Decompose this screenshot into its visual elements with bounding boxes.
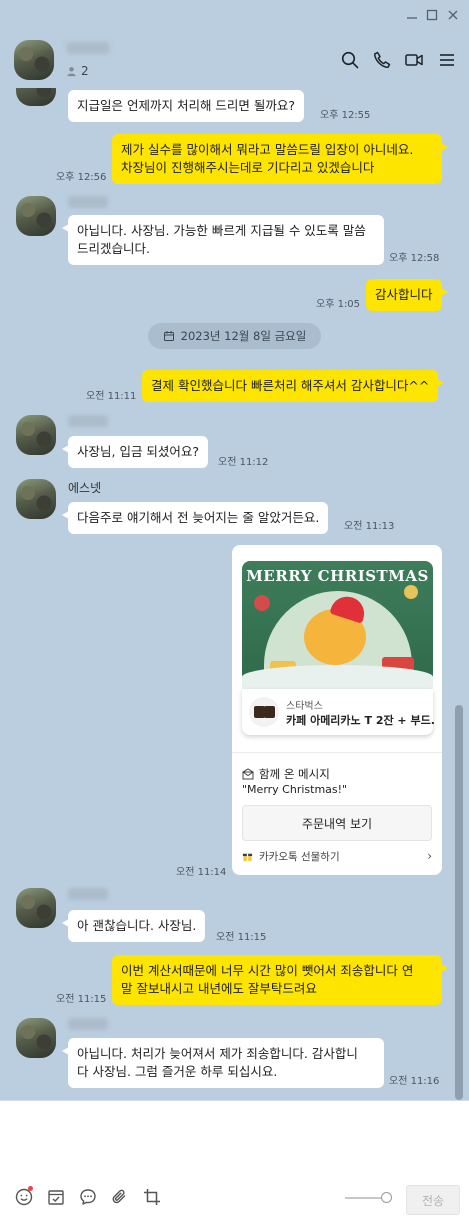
send-button[interactable]: 전송	[406, 1185, 460, 1215]
message-time: 오후 1:05	[316, 299, 361, 310]
chat-scrollbar[interactable]	[455, 705, 463, 1100]
message-time: 오전 11:16	[389, 1076, 440, 1087]
message-bubble-outgoing[interactable]: 결제 확인했습니다 빠른처리 해주셔서 감사합니다^^	[142, 370, 445, 402]
sender-avatar[interactable]	[16, 1018, 56, 1058]
sender-name-blurred	[68, 1018, 108, 1030]
card-title: MERRY CHRISTMAS	[246, 567, 429, 585]
message-input-area: 전송	[0, 1100, 469, 1224]
gift-message-label: 함께 온 메시지	[242, 766, 330, 782]
message-bubble-incoming[interactable]: 아닙니다. 사장님. 가능한 빠르게 지급될 수 있도록 말씀 드리겠습니다.	[62, 215, 384, 265]
chevron-right-icon: ›	[427, 849, 432, 863]
sender-name-blurred	[68, 196, 108, 208]
chat-room-avatar[interactable]	[14, 40, 54, 80]
sender-name-blurred	[68, 888, 108, 900]
chat-room-name-blurred	[66, 42, 110, 54]
crop-capture-icon[interactable]	[142, 1187, 162, 1207]
calendar-check-icon[interactable]	[46, 1187, 66, 1207]
gift-product[interactable]: 스타벅스 카페 아메리카노 T 2잔 + 부드.	[242, 689, 435, 735]
gift-message: "Merry Christmas!"	[242, 783, 348, 796]
sender-avatar[interactable]	[16, 196, 56, 236]
close-icon[interactable]	[446, 8, 460, 22]
search-icon[interactable]	[340, 50, 360, 70]
message-time: 오전 11:11	[86, 391, 137, 402]
chat-header: 2	[0, 30, 469, 88]
message-bubble-incoming[interactable]: 사장님, 입금 되셨어요?	[61, 436, 209, 468]
calendar-icon	[163, 331, 174, 341]
emoticon-icon[interactable]	[14, 1186, 34, 1207]
attachment-icon[interactable]	[110, 1187, 130, 1207]
message-bubble-incoming[interactable]: 다음주로 얘기해서 전 늦어지는 줄 알았거든요.	[61, 502, 329, 534]
maximize-icon[interactable]	[425, 8, 439, 22]
sender-avatar[interactable]	[16, 88, 56, 106]
chat-bubble-icon[interactable]	[78, 1187, 98, 1207]
minimize-icon[interactable]	[405, 8, 419, 22]
message-time: 오전 11:14	[176, 867, 227, 878]
phone-icon[interactable]	[372, 50, 392, 70]
chat-message-area[interactable]: 지급일은 언제까지 처리해 드리면 될까요? 오후 12:55 제가 실수를 많…	[0, 88, 469, 1100]
sender-avatar[interactable]	[16, 479, 56, 519]
person-icon	[67, 66, 76, 76]
divider	[232, 752, 442, 753]
message-input[interactable]	[8, 1107, 460, 1177]
member-count[interactable]: 2	[66, 64, 89, 78]
message-bubble-outgoing[interactable]: 제가 실수를 많이해서 뭐라고 말씀드릴 입장이 아니네요. 차장님이 진행해주…	[112, 134, 448, 184]
envelope-icon	[242, 768, 254, 780]
menu-icon[interactable]	[437, 50, 457, 70]
message-time: 오후 12:58	[389, 253, 440, 264]
message-bubble-incoming[interactable]: 아닙니다. 처리가 늦어져서 제가 죄송합니다. 감사합니 다 사장님. 그럼 …	[62, 1038, 384, 1088]
gift-box-icon	[242, 853, 253, 862]
message-bubble-incoming[interactable]: 아 괜찮습니다. 사장님.	[61, 910, 206, 942]
sender-name: 에스넷	[68, 481, 102, 495]
date-divider: 2023년 12월 8일 금요일	[148, 323, 321, 349]
window-titlebar	[0, 0, 469, 30]
message-time: 오전 11:13	[344, 521, 395, 532]
product-brand: 스타벅스	[286, 701, 323, 712]
message-bubble-incoming[interactable]: 지급일은 언제까지 처리해 드리면 될까요?	[68, 90, 305, 122]
message-time: 오전 11:15	[56, 994, 107, 1005]
new-badge-dot	[28, 1186, 33, 1191]
product-name: 카페 아메리카노 T 2잔 + 부드.	[286, 714, 435, 727]
sender-name-blurred	[68, 415, 108, 427]
message-time: 오후 12:55	[320, 110, 371, 121]
transparency-slider-knob[interactable]	[381, 1192, 392, 1203]
gift-card[interactable]: MERRY CHRISTMAS 스타벅스 카페 아메리카노 T 2잔 + 부드.…	[232, 545, 442, 875]
message-bubble-outgoing[interactable]: 감사합니다	[366, 279, 447, 311]
sender-avatar[interactable]	[16, 888, 56, 928]
message-time: 오후 12:56	[56, 172, 107, 183]
member-count-value: 2	[81, 64, 89, 78]
message-time: 오전 11:12	[218, 457, 269, 468]
message-time: 오전 11:15	[216, 932, 267, 943]
kakao-gift-link[interactable]: 카카오톡 선물하기 ›	[242, 849, 432, 864]
message-bubble-outgoing[interactable]: 이번 계산서때문에 너무 시간 많이 뺏어서 죄송합니다 연 말 잘보내시고 내…	[112, 955, 448, 1005]
date-divider-label: 2023년 12월 8일 금요일	[180, 329, 307, 343]
video-call-icon[interactable]	[404, 50, 424, 70]
christmas-card-image: MERRY CHRISTMAS	[242, 561, 433, 689]
order-history-button[interactable]: 주문내역 보기	[242, 805, 432, 841]
product-thumbnail	[249, 697, 279, 727]
sender-avatar[interactable]	[16, 415, 56, 455]
